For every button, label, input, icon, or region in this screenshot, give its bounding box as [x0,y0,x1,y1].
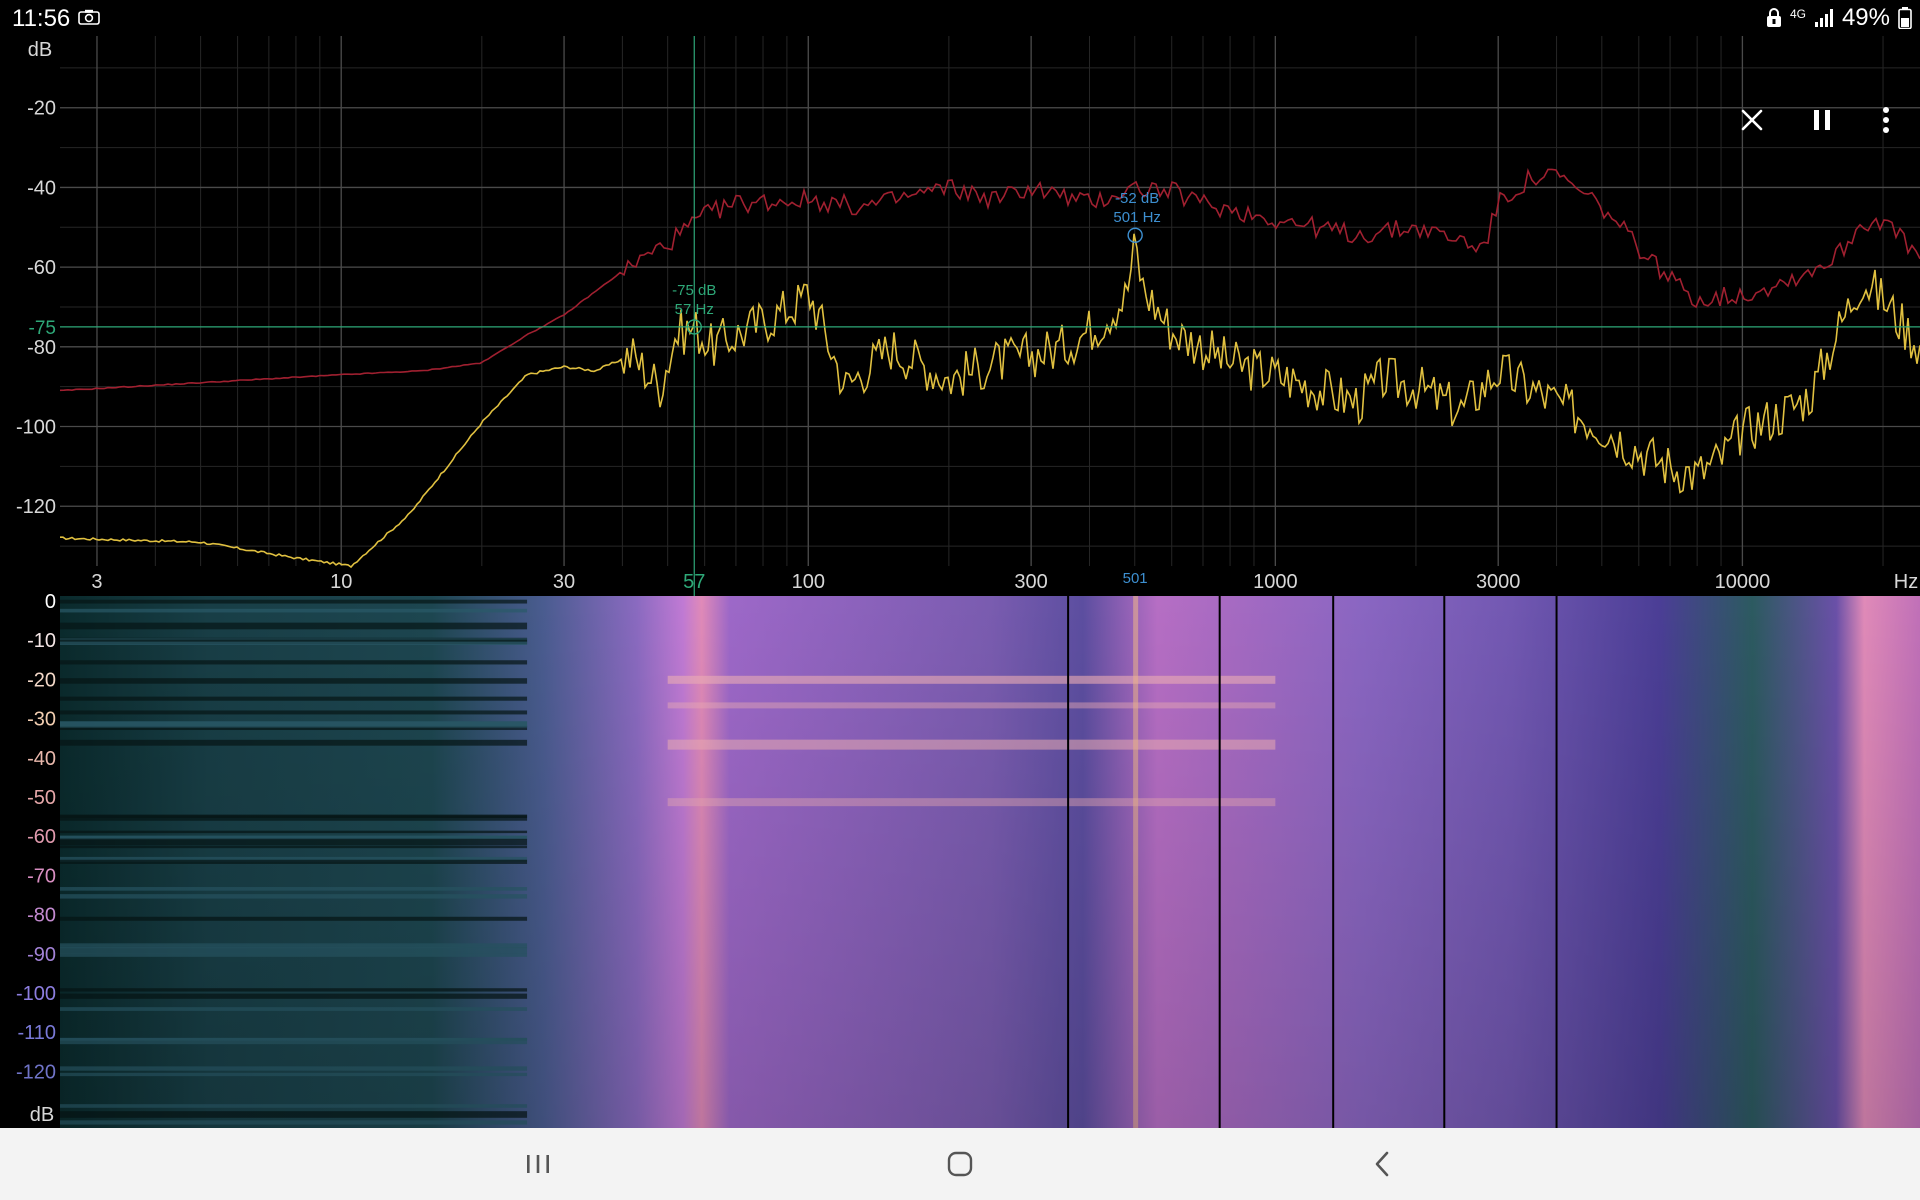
spectrogram-y-tick-label: -40 [27,748,56,770]
x-tick-label: 30 [553,571,575,593]
more-options-button[interactable] [1862,96,1910,144]
lock-icon [1766,8,1781,27]
home-button[interactable] [930,1140,990,1188]
cursor-readout-db: -75 dB [672,282,716,299]
spectrogram-y-tick-label: -110 [17,1022,56,1044]
spectrogram-y-tick-label: -10 [27,630,56,652]
x-tick-label: 3000 [1476,571,1521,593]
spectrogram-y-tick-label: -60 [27,826,56,848]
y-tick-label: -80 [27,337,56,359]
pause-button[interactable] [1798,96,1846,144]
x-tick-label: 300 [1014,571,1047,593]
spectrogram-y-tick-label: -30 [27,709,56,731]
status-bar: 11:56 4G 49% [0,0,1920,36]
close-icon [1741,109,1763,131]
more-vert-icon [1883,107,1889,133]
home-icon [947,1151,973,1177]
spectrum-x-axis: 3 10 30 100 300 1000 3000 10000 [91,571,1770,593]
spectrogram-y-tick-label: 0 [45,591,56,613]
recents-icon [527,1155,549,1173]
back-button[interactable] [1352,1140,1412,1188]
network-type: 4G [1789,7,1806,21]
y-tick-label: -40 [27,177,56,199]
cursor-db-axis-label: -75 [29,318,56,339]
camera-icon [78,9,100,25]
y-tick-label: -100 [16,417,56,439]
spectrum-x-unit: Hz [1894,571,1918,593]
signal-icon [1814,9,1833,27]
spectrogram-y-axis: 0 -10 -20 -30 -40 -50 -60 -70 -80 -90 -100 -110 -120 [16,591,56,1083]
spectrogram-y-tick-label: -70 [27,865,56,887]
cursor-readout-hz: 57 Hz [675,301,714,318]
y-tick-label: -20 [27,98,56,120]
spectrogram-y-unit: dB [30,1104,54,1126]
x-tick-label: 100 [792,571,825,593]
spectrogram-panel[interactable]: 0 -10 -20 -30 -40 -50 -60 -70 -80 -90 -100 -110 -120… [16,591,1920,1128]
y-tick-label: -120 [16,496,56,518]
spectrogram-y-tick-label: -50 [27,787,56,809]
spectrogram-y-tick-label: -90 [27,944,56,966]
y-tick-label: -60 [27,257,56,279]
x-tick-label: 3 [91,571,102,593]
x-tick-label: 10000 [1715,571,1771,593]
x-tick-label: 10 [330,571,352,593]
navigation-bar [0,1128,1920,1200]
spectrogram-y-tick-label: -100 [16,983,56,1005]
cursor-freq-axis-label: 57 [683,571,705,593]
back-icon [1375,1151,1389,1177]
analyzer-canvas[interactable]: -75 dB 57 Hz -75 57 -52 dB 501 Hz 501 -2… [0,36,1920,1128]
analyzer-view[interactable]: -75 dB 57 Hz -75 57 -52 dB 501 Hz 501 -2… [0,36,1920,1128]
status-icons: 4G 49% [1766,4,1912,31]
battery-percent: 49% [1841,4,1890,31]
spectrogram-y-tick-label: -80 [27,905,56,927]
peak-freq-axis-label: 501 [1123,570,1148,587]
pause-icon [1814,110,1830,130]
peak-readout-hz: 501 Hz [1113,209,1161,226]
status-time: 11:56 [12,5,71,32]
peak-readout-db: -52 dB [1115,190,1159,207]
spectrum-background [0,36,1920,570]
spectrogram-y-tick-label: -120 [16,1061,56,1083]
recents-button[interactable] [508,1140,568,1188]
battery-icon [1898,7,1912,29]
close-button[interactable] [1728,96,1776,144]
spectrogram-shade [60,596,1920,1128]
spectrum-y-unit: dB [28,39,52,61]
spectrogram-y-tick-label: -20 [27,669,56,691]
x-tick-label: 1000 [1253,571,1298,593]
